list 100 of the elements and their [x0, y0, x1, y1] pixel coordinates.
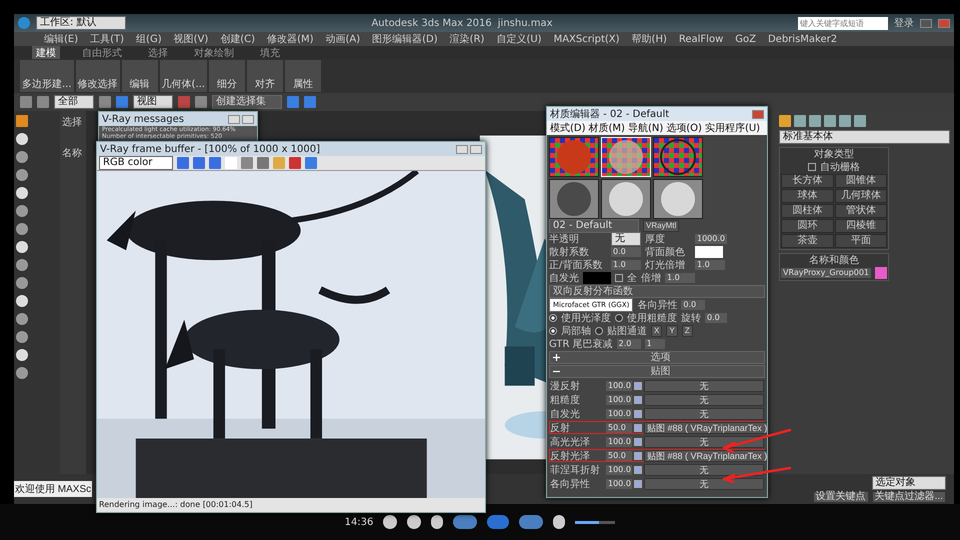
map-amount-field[interactable]: 50.0	[606, 423, 632, 433]
close-button[interactable]	[242, 114, 254, 124]
selection-set-dropdown[interactable]: 创建选择集	[212, 95, 282, 109]
map-amount-field[interactable]: 50.0	[606, 451, 632, 461]
param-field[interactable]: 0.0	[705, 313, 727, 323]
menu-item[interactable]: 自定义(U)	[496, 32, 542, 46]
object-button[interactable]: 管状体	[834, 204, 887, 218]
object-button[interactable]: 圆环	[781, 219, 834, 233]
object-button[interactable]: 长方体	[781, 174, 834, 188]
set-key-button[interactable]: 设置关键点	[812, 490, 869, 502]
object-button[interactable]: 圆柱体	[781, 204, 834, 218]
param-field[interactable]: 1	[644, 339, 665, 349]
play-button[interactable]	[487, 515, 510, 529]
rollout-header[interactable]: 双向反射分布函数	[549, 285, 765, 298]
ribbon-tab[interactable]: 建模	[32, 46, 60, 60]
map-slot-button[interactable]: 贴图 #88 ( VRayTriplanarTex )	[644, 450, 767, 462]
param-field[interactable]: 0.0	[611, 247, 641, 257]
map-checkbox[interactable]	[634, 452, 642, 460]
map-slot-button[interactable]: 贴图 #88 ( VRayTriplanarTex )	[644, 422, 767, 434]
axis-button[interactable]: Y	[666, 325, 678, 337]
key-mode-dropdown[interactable]: 选定对象	[872, 476, 946, 490]
menu-item[interactable]: 动画(A)	[326, 32, 360, 46]
category-dropdown[interactable]: 标准基本体	[779, 130, 950, 144]
radio-button[interactable]	[615, 314, 623, 322]
minimize-button[interactable]	[228, 114, 240, 124]
ribbon-tab[interactable]: 自由形式	[78, 46, 126, 60]
ribbon-button[interactable]: 多边形建...	[20, 60, 74, 92]
radio-button[interactable]	[549, 314, 557, 322]
autogrid-checkbox[interactable]	[808, 163, 816, 171]
forward-button[interactable]	[519, 515, 544, 529]
param-field[interactable]: 1.0	[665, 273, 695, 283]
menu-item[interactable]: 材质(M)	[588, 121, 625, 135]
menu-item[interactable]: 导航(N)	[628, 121, 664, 135]
material-name-field[interactable]: 02 - Default	[549, 219, 639, 233]
material-slot[interactable]	[653, 179, 703, 219]
menu-item[interactable]: 工具(T)	[90, 32, 124, 46]
rollout-header[interactable]: 选项	[549, 351, 765, 364]
color-swatch[interactable]	[875, 267, 888, 279]
menu-item[interactable]: MAXScript(X)	[554, 34, 620, 44]
map-slot-button[interactable]: 无	[644, 394, 764, 406]
material-slot[interactable]	[549, 179, 599, 219]
map-amount-field[interactable]: 100.0	[606, 437, 632, 447]
param-field[interactable]: 1000.0	[695, 234, 727, 244]
close-button[interactable]	[752, 110, 764, 118]
material-slot[interactable]	[601, 179, 651, 219]
object-button[interactable]: 平面	[834, 234, 887, 248]
expand-icon[interactable]	[553, 354, 560, 361]
radio-button[interactable]	[595, 327, 603, 335]
param-field[interactable]: 2.0	[616, 339, 641, 349]
rollout-header[interactable]: 贴图	[549, 365, 765, 378]
minimize-button[interactable]	[920, 18, 932, 28]
menu-item[interactable]: DebrisMaker2	[768, 34, 838, 44]
object-button[interactable]: 球体	[781, 189, 834, 203]
map-checkbox[interactable]	[634, 424, 642, 432]
menu-item[interactable]: RealFlow	[678, 34, 724, 44]
ribbon-button[interactable]: 属性	[284, 60, 321, 92]
color-swatch[interactable]	[695, 246, 723, 258]
ribbon-button[interactable]: 几何体(...	[160, 60, 207, 92]
menu-item[interactable]: 创建(C)	[220, 32, 256, 46]
map-amount-field[interactable]: 100.0	[606, 479, 632, 489]
map-checkbox[interactable]	[634, 466, 642, 474]
channel-dropdown[interactable]: RGB color	[99, 156, 173, 170]
ribbon-tab[interactable]: 对象绘制	[190, 46, 238, 60]
close-button[interactable]	[470, 144, 482, 154]
object-button[interactable]: 茶壶	[781, 234, 834, 248]
ribbon-button[interactable]: 细分	[208, 60, 245, 92]
material-slot[interactable]	[653, 137, 703, 177]
map-checkbox[interactable]	[634, 480, 642, 488]
collapse-icon[interactable]	[553, 368, 560, 375]
menu-item[interactable]: 编辑(E)	[44, 32, 78, 46]
ribbon-button[interactable]: 对齐	[246, 60, 283, 92]
ribbon-button[interactable]: 编辑	[122, 60, 158, 92]
object-button[interactable]: 四棱锥	[834, 219, 887, 233]
menu-item[interactable]: 帮助(H)	[632, 32, 667, 46]
menu-item[interactable]: 图形编辑器(D)	[372, 32, 438, 46]
param-field[interactable]: 0.0	[681, 300, 706, 310]
menu-item[interactable]: 模式(D)	[550, 121, 586, 135]
map-amount-field[interactable]: 100.0	[606, 395, 632, 405]
menu-item[interactable]: 组(G)	[136, 32, 162, 46]
material-type-button[interactable]: VRayMtl	[643, 220, 680, 232]
menu-item[interactable]: 修改器(M)	[267, 32, 314, 46]
menu-item[interactable]: 选项(O)	[666, 121, 702, 135]
object-button[interactable]: 圆锥体	[834, 174, 887, 188]
coordinate-dropdown[interactable]: 视图	[133, 95, 173, 109]
checkbox[interactable]	[615, 274, 623, 282]
map-amount-field[interactable]: 100.0	[606, 381, 632, 391]
axis-button[interactable]: Z	[682, 325, 693, 337]
workspace-dropdown[interactable]: 工作区: 默认	[36, 16, 126, 30]
param-field[interactable]: 1.0	[695, 260, 725, 270]
material-slot[interactable]	[549, 137, 599, 177]
minimize-button[interactable]	[456, 144, 468, 154]
radio-button[interactable]	[549, 327, 557, 335]
menu-item[interactable]: 实用程序(U)	[704, 121, 760, 135]
menu-item[interactable]: 视图(V)	[174, 32, 208, 46]
map-checkbox[interactable]	[634, 410, 642, 418]
rewind-button[interactable]	[453, 515, 478, 529]
map-checkbox[interactable]	[634, 382, 642, 390]
map-slot-button[interactable]: 无	[644, 478, 764, 490]
ribbon-tab[interactable]: 填充	[256, 46, 284, 60]
filter-dropdown[interactable]: 全部	[54, 95, 94, 109]
